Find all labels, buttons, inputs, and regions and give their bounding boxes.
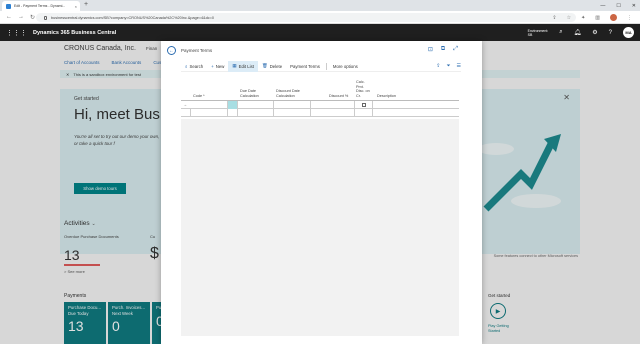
- payment-terms-dialog: ← Payment Terms ⊡ ⧉ ⤢ ⌕ Search + New ▦ E…: [161, 41, 482, 344]
- plus-icon: +: [211, 63, 214, 69]
- bookmark-icon[interactable]: ⊡: [428, 46, 433, 53]
- extensions-icon[interactable]: ✦: [581, 15, 585, 21]
- action-separator: [325, 62, 327, 70]
- bc-navigation-bar: ⋮⋮⋮ Dynamics 365 Business Central Enviro…: [0, 24, 640, 41]
- share-icon[interactable]: ⇪: [552, 15, 556, 21]
- cell-calc-pmt: [355, 101, 373, 109]
- column-header-code[interactable]: Code *: [193, 94, 205, 99]
- sidebar-icon[interactable]: ▥: [595, 15, 600, 21]
- help-icon[interactable]: ?: [609, 30, 612, 36]
- browser-tabstrip: Edit - Payment Terms - Dynami... × + ― ☐…: [0, 0, 640, 11]
- environment-label: Environment:: [527, 28, 549, 33]
- list-view-icon[interactable]: ☰: [457, 63, 461, 69]
- filter-icon[interactable]: ⏷: [447, 63, 451, 69]
- row-arrow-icon: →: [183, 102, 187, 107]
- delete-button[interactable]: 🗑︎ Delete: [258, 61, 286, 72]
- search-label: Search: [189, 63, 204, 69]
- new-button[interactable]: + New: [207, 61, 228, 72]
- app-launcher-icon[interactable]: ⋮⋮⋮: [6, 29, 27, 37]
- bc-header-actions: Environment: SB ⌕ 🔔︎ ⚙ ? MA: [528, 24, 634, 41]
- column-header-discount-pct[interactable]: Discount %: [329, 94, 348, 99]
- browser-tab[interactable]: Edit - Payment Terms - Dynami... ×: [2, 1, 80, 11]
- browser-tab-title: Edit - Payment Terms - Dynami...: [14, 4, 66, 8]
- page-title: Payment Terms: [181, 48, 213, 53]
- payment-terms-action[interactable]: Payment Terms: [286, 61, 324, 72]
- browser-extension-icons: ⇪ ☆ ✦ ▥ ⋮: [552, 14, 632, 21]
- cell-discount-date[interactable]: [274, 101, 311, 109]
- grid-header: Code * Due Date Calculation Discount Dat…: [181, 80, 459, 101]
- column-header-description[interactable]: Description: [377, 94, 396, 99]
- close-window-icon[interactable]: ✕: [632, 3, 636, 9]
- cell-due-date[interactable]: [238, 109, 274, 117]
- action-bar: ⌕ Search + New ▦ Edit List 🗑︎ Delete Pay…: [181, 60, 461, 72]
- search-icon: ⌕: [185, 63, 188, 69]
- search-button[interactable]: ⌕ Search: [181, 61, 207, 72]
- edit-list-icon: ▦: [232, 63, 237, 68]
- back-icon[interactable]: ←: [6, 14, 12, 20]
- profile-avatar[interactable]: [610, 14, 617, 21]
- trash-icon: 🗑︎: [261, 63, 268, 68]
- user-avatar[interactable]: MA: [623, 27, 634, 38]
- reload-icon[interactable]: ↻: [30, 14, 35, 21]
- browser-toolbar: ← → ↻ businesscentral.dynamics.com/SB?co…: [0, 11, 640, 24]
- more-options-label: More options: [332, 63, 358, 69]
- edit-list-button[interactable]: ▦ Edit List: [228, 60, 258, 72]
- cell-discount-pct[interactable]: [311, 109, 355, 117]
- environment-indicator: Environment: SB: [528, 29, 549, 37]
- gear-icon[interactable]: ⚙: [592, 29, 597, 36]
- row-selector[interactable]: [181, 109, 191, 117]
- delete-label: Delete: [269, 63, 283, 69]
- cell-code-lookup[interactable]: [228, 109, 238, 117]
- bc-favicon-icon: [6, 3, 11, 9]
- payment-terms-grid: Code * Due Date Calculation Discount Dat…: [181, 80, 459, 117]
- app-title: Dynamics 365 Business Central: [33, 29, 117, 36]
- column-header-due-date-calculation[interactable]: Due Date Calculation: [240, 89, 268, 98]
- search-icon[interactable]: ⌕: [559, 29, 562, 36]
- environment-name: SB: [527, 32, 533, 37]
- bell-icon[interactable]: 🔔︎: [574, 29, 582, 36]
- cell-code[interactable]: [191, 101, 228, 109]
- cell-discount-pct[interactable]: [311, 101, 355, 109]
- cell-discount-date[interactable]: [274, 109, 311, 117]
- column-header-discount-date-calculation[interactable]: Discount Date Calculation: [276, 89, 306, 98]
- address-bar[interactable]: businesscentral.dynamics.com/SB?company=…: [36, 13, 576, 22]
- new-label: New: [215, 63, 225, 69]
- lock-icon: [44, 15, 47, 20]
- window-controls: ― ☐ ✕: [600, 0, 636, 11]
- action-bar-right-icons: ⇪ ⏷ ☰: [436, 63, 461, 69]
- url-text: businesscentral.dynamics.com/SB?company=…: [51, 15, 215, 20]
- grid-empty-area: [181, 119, 459, 336]
- browser-menu-icon[interactable]: ⋮: [627, 15, 632, 21]
- cell-calc-pmt[interactable]: [355, 109, 373, 117]
- cell-code-lookup[interactable]: [228, 101, 238, 109]
- cell-due-date[interactable]: [238, 101, 274, 109]
- expand-icon[interactable]: ⤢: [453, 46, 458, 53]
- open-new-window-icon[interactable]: ⧉: [441, 46, 445, 53]
- table-row[interactable]: →: [181, 101, 459, 109]
- column-header-calc-pmt-disc[interactable]: Calc. Pmt. Disc. on Cr.: [356, 80, 372, 98]
- payment-terms-label: Payment Terms: [290, 63, 320, 69]
- cell-code[interactable]: [191, 109, 228, 117]
- table-row[interactable]: [181, 109, 459, 117]
- more-options-button[interactable]: More options: [329, 61, 362, 72]
- dialog-header-icons: ⊡ ⧉ ⤢: [428, 46, 458, 53]
- back-arrow-icon[interactable]: ←: [167, 46, 176, 55]
- minimize-icon[interactable]: ―: [600, 3, 605, 9]
- forward-icon[interactable]: →: [18, 14, 24, 20]
- close-tab-icon[interactable]: ×: [75, 4, 77, 9]
- edit-list-label: Edit List: [238, 63, 254, 69]
- bookmark-star-icon[interactable]: ☆: [567, 15, 571, 21]
- maximize-icon[interactable]: ☐: [616, 3, 620, 9]
- share-icon[interactable]: ⇪: [436, 63, 440, 69]
- new-tab-button[interactable]: +: [84, 1, 88, 8]
